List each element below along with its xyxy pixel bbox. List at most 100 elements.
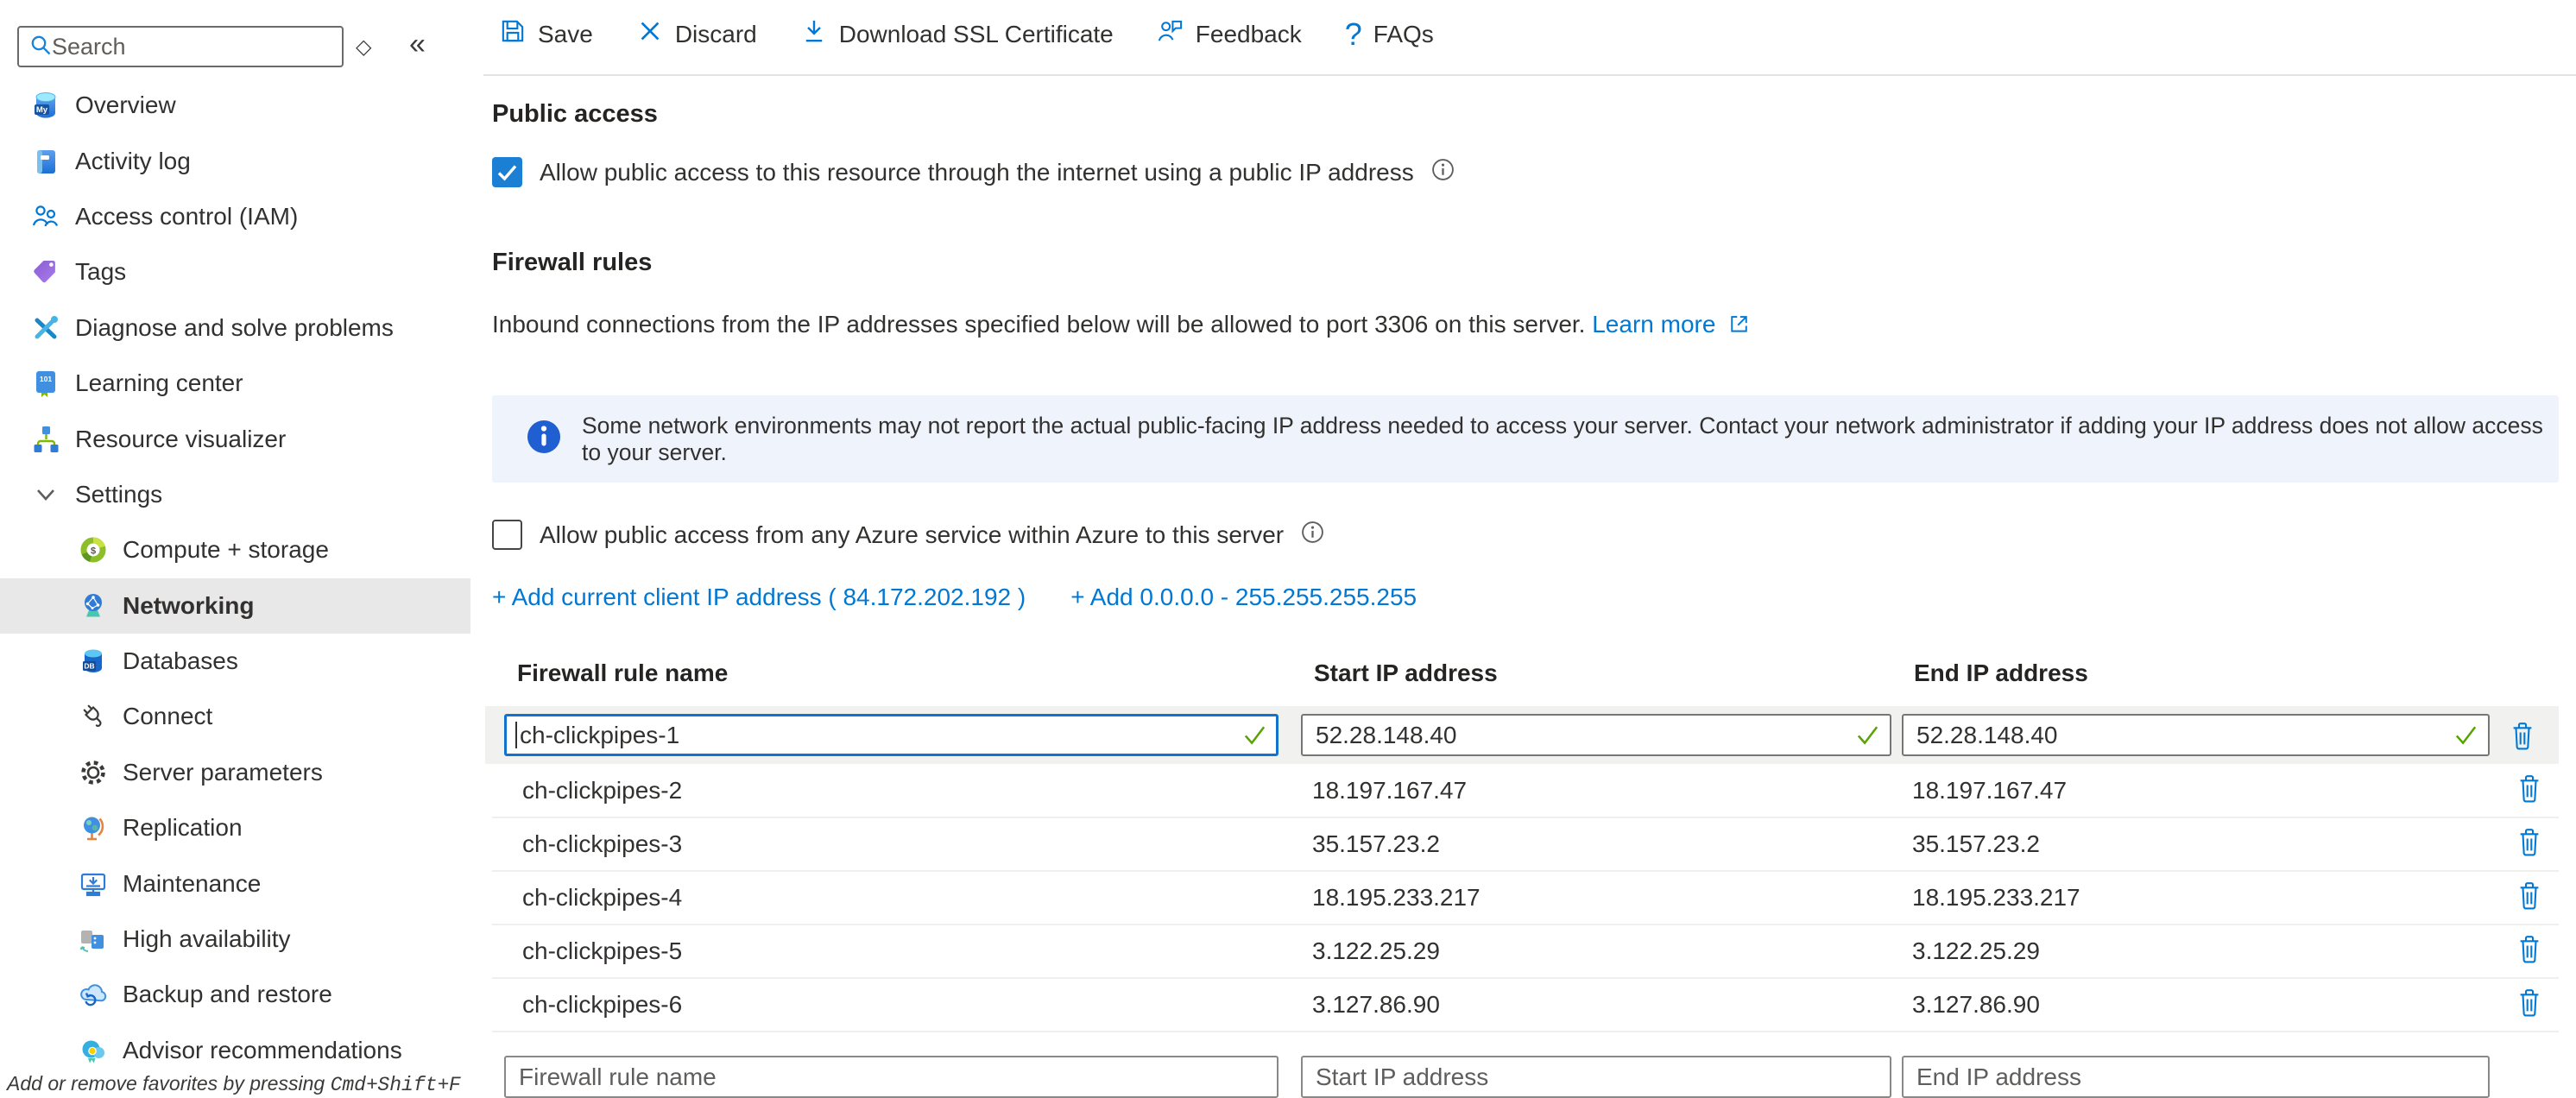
sidebar-item-backup-restore[interactable]: Backup and restore: [0, 967, 470, 1022]
sidebar: ◇ « Overview Activity log Access control…: [0, 0, 470, 1095]
info-icon[interactable]: [1301, 521, 1324, 550]
sidebar-item-networking[interactable]: Networking: [0, 578, 470, 634]
new-end-ip-input[interactable]: [1902, 1056, 2490, 1098]
sidebar-item-replication[interactable]: Replication: [0, 800, 470, 855]
table-row: ch-clickpipes-3 35.157.23.2 35.157.23.2: [492, 818, 2559, 872]
rule-name-input[interactable]: [504, 714, 1279, 756]
start-ip-cell: 18.195.233.217: [1312, 884, 1912, 912]
start-ip-cell: 35.157.23.2: [1312, 830, 1912, 858]
sidebar-search[interactable]: [17, 26, 344, 67]
delete-rule-button[interactable]: [2516, 987, 2559, 1024]
question-mark-icon: ?: [1345, 21, 1362, 48]
pin-pane-icon[interactable]: ◇: [356, 35, 371, 60]
azure-services-checkbox[interactable]: [492, 520, 522, 550]
sidebar-item-advisor-recommendations[interactable]: Advisor recommendations: [0, 1023, 470, 1078]
feedback-button[interactable]: Feedback: [1157, 17, 1302, 51]
maintenance-icon: [78, 868, 109, 899]
collapse-sidebar-icon[interactable]: «: [409, 28, 426, 61]
start-ip-input[interactable]: [1301, 714, 1891, 756]
sidebar-item-access-control[interactable]: Access control (IAM): [0, 189, 470, 244]
download-icon: [800, 17, 828, 51]
end-ip-input[interactable]: [1902, 714, 2490, 756]
learn-more-link[interactable]: Learn more: [1592, 311, 1715, 338]
sidebar-item-overview[interactable]: Overview: [0, 78, 470, 133]
sidebar-item-connect[interactable]: Connect: [0, 689, 470, 744]
public-access-checkbox-row: Allow public access to this resource thr…: [492, 157, 1455, 187]
sidebar-item-server-parameters[interactable]: Server parameters: [0, 745, 470, 800]
add-all-ips-link[interactable]: + Add 0.0.0.0 - 255.255.255.255: [1070, 584, 1417, 611]
resource-visualizer-icon: [30, 424, 61, 455]
save-icon: [499, 17, 527, 51]
start-ip-cell: 3.122.25.29: [1312, 937, 1912, 965]
column-header-rule-name: Firewall rule name: [517, 659, 728, 687]
toolbar-divider: [483, 74, 2576, 76]
sidebar-item-compute-storage[interactable]: Compute + storage: [0, 522, 470, 577]
end-ip-cell: 3.122.25.29: [1912, 937, 2516, 965]
new-rule-name-input[interactable]: [504, 1056, 1279, 1098]
end-ip-cell: 3.127.86.90: [1912, 991, 2516, 1019]
rule-name-cell: ch-clickpipes-4: [522, 884, 1312, 912]
command-bar: Save Discard Download SSL Certificate Fe…: [499, 17, 1434, 51]
valid-check-icon: [1854, 722, 1881, 753]
sidebar-item-settings[interactable]: Settings: [0, 467, 470, 522]
end-ip-input-row1: [1902, 714, 2490, 756]
start-ip-cell: 18.197.167.47: [1312, 777, 1912, 805]
rule-name-input-row1: [504, 714, 1279, 756]
diagnose-icon: [30, 312, 61, 344]
banner-info-icon: [527, 420, 561, 458]
sidebar-item-learning-center[interactable]: Learning center: [0, 356, 470, 411]
sidebar-item-diagnose[interactable]: Diagnose and solve problems: [0, 300, 470, 356]
connect-icon: [78, 701, 109, 732]
start-ip-cell: 3.127.86.90: [1312, 991, 1912, 1019]
rule-name-cell: ch-clickpipes-3: [522, 830, 1312, 858]
table-row: ch-clickpipes-2 18.197.167.47 18.197.167…: [492, 765, 2559, 818]
info-banner: Some network environments may not report…: [492, 395, 2559, 483]
delete-rule-button[interactable]: [2510, 720, 2535, 755]
faqs-button[interactable]: ? FAQs: [1345, 21, 1434, 48]
table-row: ch-clickpipes-4 18.195.233.217 18.195.23…: [492, 872, 2559, 925]
add-client-ip-link[interactable]: + Add current client IP address ( 84.172…: [492, 584, 1026, 611]
access-control-icon: [30, 201, 61, 232]
firewall-rules-heading: Firewall rules: [492, 249, 652, 277]
valid-check-icon: [1241, 722, 1268, 753]
download-ssl-certificate-button[interactable]: Download SSL Certificate: [800, 17, 1114, 51]
sidebar-item-databases[interactable]: Databases: [0, 634, 470, 689]
search-input[interactable]: [52, 34, 333, 60]
new-start-ip-input[interactable]: [1301, 1056, 1891, 1098]
sidebar-item-tags[interactable]: Tags: [0, 244, 470, 300]
sidebar-item-resource-visualizer[interactable]: Resource visualizer: [0, 411, 470, 466]
start-ip-input-row1: [1301, 714, 1891, 756]
networking-icon: [78, 590, 109, 622]
public-access-checkbox[interactable]: [492, 157, 522, 187]
text-caret: [515, 722, 517, 748]
backup-restore-icon: [78, 979, 109, 1010]
delete-rule-button[interactable]: [2516, 826, 2559, 863]
save-button[interactable]: Save: [499, 17, 593, 51]
discard-icon: [636, 17, 664, 51]
tag-icon: [30, 256, 61, 287]
sidebar-item-maintenance[interactable]: Maintenance: [0, 855, 470, 911]
delete-rule-button[interactable]: [2516, 773, 2559, 810]
info-icon[interactable]: [1431, 158, 1455, 187]
sidebar-nav: Overview Activity log Access control (IA…: [0, 78, 470, 1078]
azure-services-checkbox-label: Allow public access from any Azure servi…: [540, 521, 1284, 549]
azure-services-checkbox-row: Allow public access from any Azure servi…: [492, 520, 1324, 550]
valid-check-icon: [2453, 722, 2479, 753]
delete-rule-button[interactable]: [2516, 880, 2559, 917]
table-row: ch-clickpipes-5 3.122.25.29 3.122.25.29: [492, 925, 2559, 979]
sidebar-item-activity-log[interactable]: Activity log: [0, 133, 470, 188]
mysql-server-icon: [30, 90, 61, 121]
delete-rule-button[interactable]: [2516, 933, 2559, 970]
search-icon: [28, 33, 52, 61]
compute-storage-icon: [78, 534, 109, 565]
discard-button[interactable]: Discard: [636, 17, 757, 51]
table-row: ch-clickpipes-6 3.127.86.90 3.127.86.90: [492, 979, 2559, 1032]
sidebar-item-high-availability[interactable]: High availability: [0, 912, 470, 967]
rule-name-cell: ch-clickpipes-6: [522, 991, 1312, 1019]
rule-name-cell: ch-clickpipes-2: [522, 777, 1312, 805]
column-header-end-ip: End IP address: [1914, 659, 2088, 687]
public-access-heading: Public access: [492, 100, 658, 129]
learning-center-icon: [30, 368, 61, 399]
end-ip-cell: 35.157.23.2: [1912, 830, 2516, 858]
new-start-ip-field: [1301, 1056, 1891, 1098]
